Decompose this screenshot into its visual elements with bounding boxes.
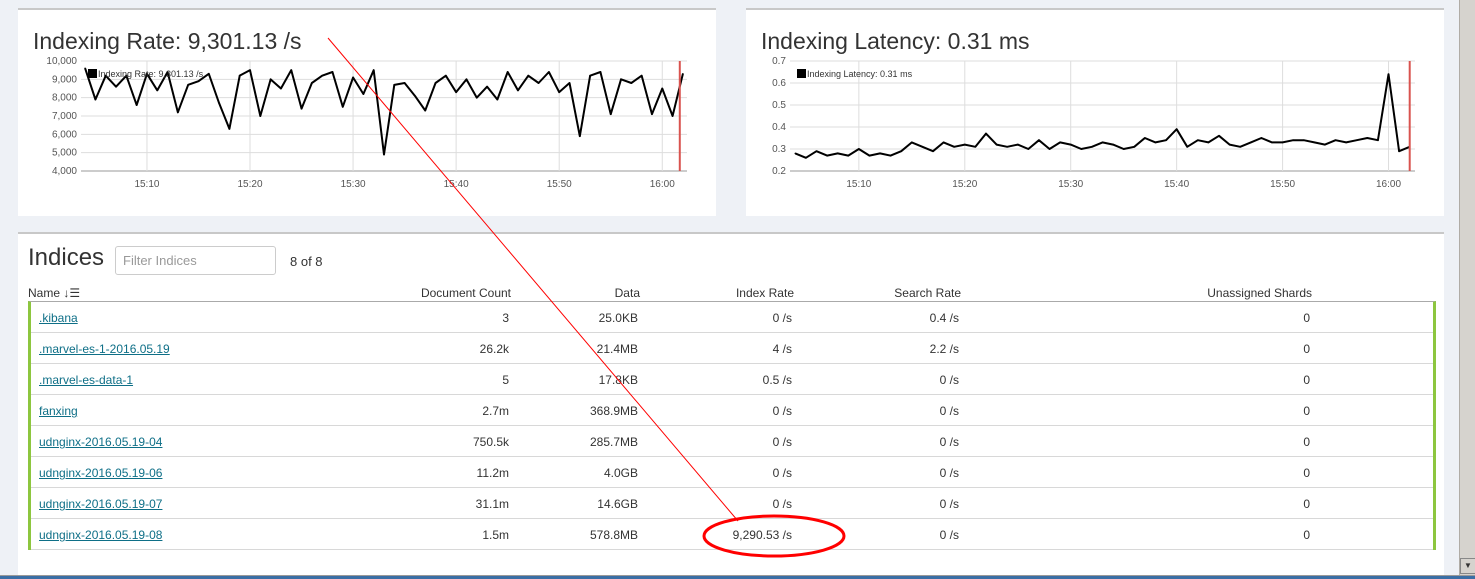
unassigned-shards: 0 (1303, 311, 1310, 325)
filter-indices-input[interactable] (115, 246, 276, 275)
data-size: 17.8KB (598, 373, 638, 387)
document-count: 5 (502, 373, 509, 387)
table-row: .marvel-es-1-2016.05.19 26.2k 21.4MB 4 /s 2.… (31, 333, 1433, 364)
search-rate: 0 /s (939, 404, 959, 418)
search-rate: 0 /s (939, 373, 959, 387)
document-count: 750.5k (472, 435, 509, 449)
index-rate: 0 /s (772, 404, 792, 418)
search-rate: 2.2 /s (929, 342, 959, 356)
search-rate: 0 /s (939, 528, 959, 542)
table-row: udnginx-2016.05.19-06 11.2m 4.0GB 0 /s 0 /s 0 (31, 457, 1433, 488)
column-name-label: Name (28, 286, 61, 300)
data-size: 368.9MB (589, 404, 638, 418)
index-name-link[interactable]: .marvel-es-data-1 (39, 373, 133, 387)
unassigned-shards: 0 (1303, 466, 1310, 480)
column-unassigned-shards[interactable]: Unassigned Shards (1207, 286, 1312, 300)
indices-panel: Indices 8 of 8 Name ↓☰ Document Count Da… (18, 232, 1444, 575)
vertical-scrollbar[interactable]: ▼ (1459, 0, 1475, 575)
document-count: 11.2m (476, 466, 509, 480)
index-name-link[interactable]: .kibana (39, 311, 78, 325)
unassigned-shards: 0 (1303, 373, 1310, 387)
index-rate: 0 /s (772, 435, 792, 449)
table-row: .kibana 3 25.0KB 0 /s 0.4 /s 0 (31, 302, 1433, 333)
column-name[interactable]: Name ↓☰ (28, 286, 80, 300)
index-rate: 0 /s (772, 311, 792, 325)
unassigned-shards: 0 (1303, 497, 1310, 511)
index-name-link[interactable]: udnginx-2016.05.19-07 (39, 497, 162, 511)
indexing-rate-title: Indexing Rate: 9,301.13 /s (33, 28, 302, 54)
document-count: 2.7m (482, 404, 509, 418)
index-rate: 0 /s (772, 466, 792, 480)
index-name-link[interactable]: udnginx-2016.05.19-08 (39, 528, 162, 542)
index-rate: 9,290.53 /s (732, 528, 792, 542)
data-size: 21.4MB (596, 342, 638, 356)
document-count: 26.2k (479, 342, 509, 356)
table-row: udnginx-2016.05.19-07 31.1m 14.6GB 0 /s 0 /s… (31, 488, 1433, 519)
index-name-link[interactable]: fanxing (39, 404, 78, 418)
indices-count: 8 of 8 (290, 254, 323, 269)
data-size: 578.8MB (589, 528, 638, 542)
unassigned-shards: 0 (1303, 342, 1310, 356)
index-name-link[interactable]: udnginx-2016.05.19-04 (39, 435, 162, 449)
index-rate: 0.5 /s (762, 373, 792, 387)
indices-title: Indices (28, 244, 105, 271)
search-rate: 0 /s (939, 435, 959, 449)
search-rate: 0 /s (939, 497, 959, 511)
column-document-count[interactable]: Document Count (421, 286, 511, 300)
column-index-rate[interactable]: Index Rate (736, 286, 794, 300)
scroll-down-button[interactable]: ▼ (1460, 558, 1475, 574)
unassigned-shards: 0 (1303, 528, 1310, 542)
index-name-link[interactable]: udnginx-2016.05.19-06 (39, 466, 162, 480)
window-bottom-edge (0, 575, 1475, 579)
column-search-rate[interactable]: Search Rate (894, 286, 961, 300)
indexing-latency-panel: Indexing Latency: 0.31 ms (746, 8, 1444, 216)
table-row: udnginx-2016.05.19-04 750.5k 285.7MB 0 /s 0 … (31, 426, 1433, 457)
column-data[interactable]: Data (615, 286, 640, 300)
table-row: .marvel-es-data-1 5 17.8KB 0.5 /s 0 /s 0 (31, 364, 1433, 395)
unassigned-shards: 0 (1303, 404, 1310, 418)
table-row: fanxing 2.7m 368.9MB 0 /s 0 /s 0 (31, 395, 1433, 426)
data-size: 285.7MB (589, 435, 638, 449)
document-count: 1.5m (482, 528, 509, 542)
index-rate: 4 /s (772, 342, 792, 356)
indexing-rate-panel: Indexing Rate: 9,301.13 /s (18, 8, 716, 216)
data-size: 4.0GB (603, 466, 638, 480)
unassigned-shards: 0 (1303, 435, 1310, 449)
index-rate: 0 /s (772, 497, 792, 511)
document-count: 3 (502, 311, 509, 325)
search-rate: 0 /s (939, 466, 959, 480)
sort-ascending-icon: ↓☰ (63, 286, 81, 300)
indices-table: .kibana 3 25.0KB 0 /s 0.4 /s 0 .marvel-es-1-20… (28, 301, 1436, 550)
document-count: 31.1m (475, 497, 509, 511)
search-rate: 0.4 /s (929, 311, 959, 325)
table-row: udnginx-2016.05.19-08 1.5m 578.8MB 9,290.53… (31, 519, 1433, 550)
data-size: 14.6GB (597, 497, 638, 511)
indexing-latency-title: Indexing Latency: 0.31 ms (761, 28, 1030, 54)
data-size: 25.0KB (598, 311, 638, 325)
index-name-link[interactable]: .marvel-es-1-2016.05.19 (39, 342, 170, 356)
